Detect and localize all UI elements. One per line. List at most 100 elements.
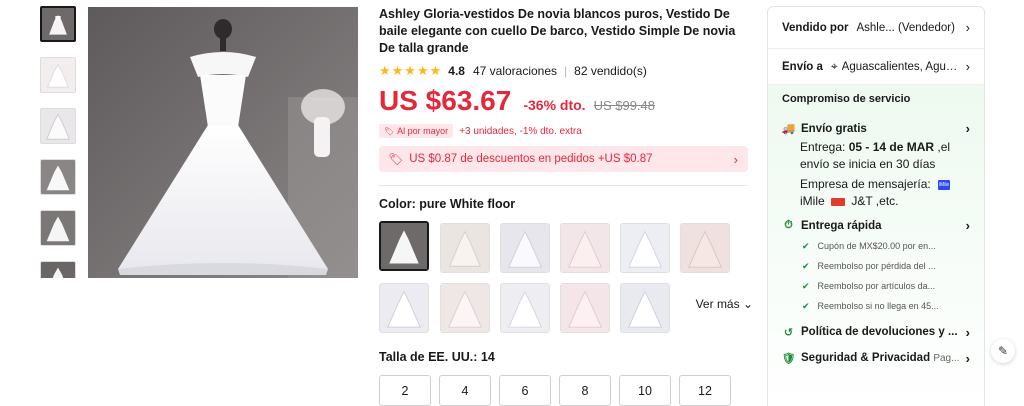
color-swatches: Ver más ⌄ [379, 221, 753, 337]
color-swatch-10[interactable] [560, 283, 610, 333]
thumbnail-4[interactable] [40, 159, 76, 195]
check-text: Cupón de MX$20.00 por en... [817, 241, 936, 251]
divider [379, 185, 748, 186]
pencil-icon: ✎ [997, 344, 1009, 358]
color-swatch-11[interactable] [620, 283, 670, 333]
ship-to-location: Aguascalientes, Agua... [841, 60, 962, 73]
delivery-prefix: Entrega: [800, 140, 849, 154]
bulk-offer-text: +3 unidades, -1% dto. extra [459, 125, 582, 137]
coupon-text: US $0.87 de descuentos en pedidos +US $0… [409, 153, 653, 165]
bulk-row: 🏷 Al por mayor +3 unidades, -1% dto. extr… [379, 123, 749, 139]
rating-separator: | [564, 63, 568, 78]
list-item: ✔ Reembolso por pérdida del ... [802, 256, 970, 276]
rating-row: ★★★★★ 4.8 47 valoraciones | 82 vendido(s… [379, 62, 749, 79]
edit-floating-button[interactable]: ✎ [991, 339, 1015, 363]
thumbnail-2[interactable] [40, 57, 76, 93]
thumbnail-strip [40, 6, 78, 278]
main-product-image[interactable] [88, 7, 358, 278]
size-option[interactable]: 12 [679, 375, 731, 406]
chevron-right-icon: › [965, 350, 970, 366]
discount-badge: -36% dto. [523, 97, 586, 113]
color-label: Color: pure White floor [379, 197, 516, 211]
color-swatch-7[interactable] [379, 283, 429, 333]
check-icon: ✔ [802, 280, 810, 291]
color-swatch-2[interactable] [440, 223, 490, 273]
return-icon: ↺ [783, 326, 794, 339]
reviews-link[interactable]: 47 valoraciones [473, 64, 557, 78]
list-item: ✔ Cupón de MX$20.00 por en... [802, 236, 970, 256]
check-icon: ✔ [802, 240, 810, 251]
color-swatch-9[interactable] [500, 283, 550, 333]
size-option[interactable]: 2 [379, 375, 431, 406]
price-row: US $63.67 -36% dto. US $99.48 [379, 85, 749, 119]
bulk-tag-label: Al por mayor [397, 126, 449, 136]
tag-icon: 🏷 [384, 126, 395, 136]
size-label: Talla de EE. UU.: 14 [379, 350, 495, 364]
service-title: Compromiso de servicio [782, 93, 911, 105]
see-more-label: Ver más [695, 297, 740, 311]
bulk-tag: 🏷 Al por mayor [379, 124, 454, 138]
coupon-banner[interactable]: 🏷 US $0.87 de descuentos en pedidos +US … [379, 146, 748, 172]
color-swatch-8[interactable] [440, 283, 490, 333]
shield-icon: 🛡 [781, 352, 796, 365]
product-title: Ashley Gloria-vestidos De novia blancos … [379, 7, 736, 55]
color-swatch-5[interactable] [620, 223, 670, 273]
jt-logo-icon [831, 197, 846, 206]
thumbnail-5[interactable] [40, 210, 76, 246]
fast-delivery-label: Entrega rápida [801, 219, 882, 232]
thumbnail-3[interactable] [40, 108, 76, 144]
location-pin-icon: ⌖ [830, 59, 838, 73]
returns-policy-label: Política de devoluciones y ... [801, 326, 958, 338]
carrier-rest: J&T ,etc. [851, 194, 899, 208]
check-text: Reembolso por pérdida del ... [817, 261, 936, 271]
original-price: US $99.48 [593, 98, 655, 113]
size-option[interactable]: 4 [439, 375, 491, 406]
sold-by-row[interactable]: Vendido por Ashle... (Vendedor) › [768, 7, 984, 49]
fast-delivery-checks: ✔ Cupón de MX$20.00 por en... ✔ Reembolso … [802, 236, 970, 316]
list-item: ✔ Reembolso si no llega en 45... [802, 296, 970, 316]
thumbnail-1[interactable] [40, 6, 76, 42]
product-info: Ashley Gloria-vestidos De novia blancos … [379, 6, 753, 406]
color-swatch-3[interactable] [500, 223, 550, 273]
chevron-right-icon: › [965, 121, 970, 136]
size-options: 2 4 6 8 10 12 [379, 375, 749, 406]
delivery-dates: 05 - 14 de MAR [848, 140, 935, 154]
fast-delivery-row[interactable]: ⏱ Entrega rápida › [782, 218, 970, 233]
returns-policy-row[interactable]: ↺ Política de devoluciones y ... › [782, 322, 970, 342]
rating-stars-icon: ★★★★★ [379, 62, 443, 78]
carrier-label: Empresa de mensajería: [800, 177, 931, 191]
check-text: Reembolso por artículos da... [817, 281, 936, 291]
size-option[interactable]: 6 [499, 375, 551, 406]
ship-to-label: Envío a [782, 60, 823, 73]
ship-to-row[interactable]: Envío a ⌖ Aguascalientes, Agua... › [768, 49, 984, 85]
security-title: Seguridad & Privacidad [801, 352, 931, 364]
see-more-colors-link[interactable]: Ver más ⌄ [696, 297, 753, 311]
truck-icon: 🚚 [781, 123, 796, 135]
color-swatch-6[interactable] [680, 223, 730, 273]
sold-count: 82 vendido(s) [574, 63, 647, 78]
size-option[interactable]: 8 [559, 375, 611, 406]
check-icon: ✔ [802, 300, 810, 311]
seller-name: Ashle... (Vendedor) [856, 21, 955, 34]
service-commitment: Compromiso de servicio 🚚 Envío gratis › … [768, 85, 984, 406]
size-option[interactable]: 10 [619, 375, 671, 406]
check-text: Reembolso si no llega en 45... [817, 301, 939, 311]
free-shipping-label: Envío gratis [801, 122, 867, 135]
current-price: US $63.67 [379, 85, 512, 116]
chevron-right-icon: › [965, 324, 970, 340]
free-shipping-row[interactable]: 🚚 Envío gratis › [782, 121, 970, 136]
clock-icon: ⏱ [784, 219, 793, 231]
carrier-name: iMile [800, 194, 825, 208]
security-label: Seguridad & Privacidad Pag... [801, 352, 966, 364]
chevron-right-icon: › [965, 59, 970, 74]
check-icon: ✔ [802, 260, 810, 271]
list-item: ✔ Reembolso por artículos da... [802, 276, 970, 296]
color-swatch-1[interactable] [379, 221, 429, 271]
security-privacy-row[interactable]: 🛡 Seguridad & Privacidad Pag... › [782, 348, 970, 368]
seller-shipping-panel: Vendido por Ashle... (Vendedor) › Envío … [767, 6, 985, 406]
chevron-right-icon: › [733, 151, 738, 167]
chevron-right-icon: › [965, 20, 970, 35]
color-swatch-4[interactable] [560, 223, 610, 273]
coupon-tag-icon: 🏷 [388, 152, 404, 166]
thumbnail-6[interactable] [40, 261, 76, 278]
